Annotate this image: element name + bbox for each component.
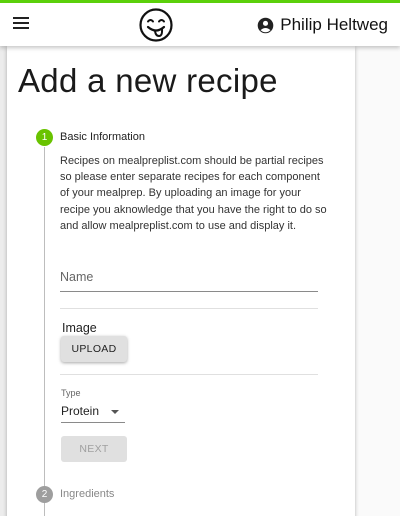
app-bar: Philip Heltweg bbox=[0, 0, 400, 46]
type-selected-value: Protein bbox=[61, 404, 100, 418]
stepper-connector bbox=[44, 147, 45, 516]
step-2-badge[interactable]: 2 bbox=[36, 486, 53, 503]
type-label: Type bbox=[61, 388, 81, 398]
section-divider bbox=[60, 308, 318, 309]
hamburger-menu-icon[interactable] bbox=[13, 17, 29, 31]
yum-face-icon[interactable] bbox=[138, 7, 174, 43]
left-gutter bbox=[0, 46, 7, 516]
upload-button[interactable]: UPLOAD bbox=[61, 336, 127, 362]
dropdown-caret-icon bbox=[111, 410, 119, 414]
user-menu[interactable]: Philip Heltweg bbox=[257, 14, 388, 36]
name-label: Name bbox=[60, 270, 94, 284]
user-name: Philip Heltweg bbox=[280, 15, 388, 34]
intro-text: Recipes on mealpreplist.com should be pa… bbox=[60, 155, 327, 232]
image-label: Image bbox=[62, 321, 97, 335]
name-input[interactable]: Name bbox=[60, 264, 318, 292]
recipe-form-card: Add a new recipe 1 Basic Information Rec… bbox=[7, 46, 355, 516]
next-button: NEXT bbox=[61, 436, 127, 462]
account-circle-icon bbox=[257, 17, 274, 33]
step-1-title[interactable]: Basic Information bbox=[60, 131, 145, 143]
right-gutter bbox=[355, 46, 400, 516]
type-select[interactable]: Protein bbox=[61, 401, 125, 423]
section-divider bbox=[60, 374, 318, 375]
step-2-title[interactable]: Ingredients bbox=[60, 488, 114, 500]
page-title: Add a new recipe bbox=[18, 62, 278, 99]
step-1-badge[interactable]: 1 bbox=[36, 129, 53, 146]
